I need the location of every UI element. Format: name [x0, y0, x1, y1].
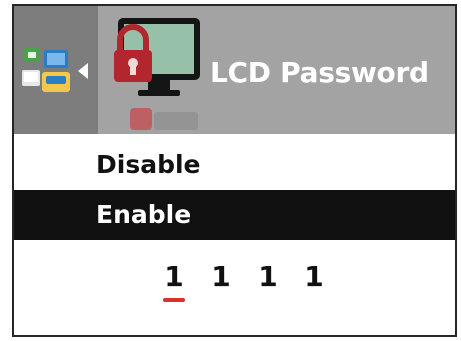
- option-disable[interactable]: Disable: [14, 140, 455, 190]
- password-digit-2[interactable]: 1: [209, 260, 233, 293]
- osd-screen: LCD Password Disable Enable 1 1 1 1: [12, 4, 457, 337]
- password-digit-4[interactable]: 1: [302, 260, 326, 293]
- page-title: LCD Password: [210, 56, 429, 89]
- password-digit-1[interactable]: 1: [162, 260, 186, 293]
- lcd-lock-icon: [114, 18, 200, 96]
- multi-view-icon: [22, 48, 70, 92]
- option-list: Disable Enable: [14, 140, 455, 240]
- next-item-icon: [130, 108, 198, 130]
- menu-header: LCD Password: [14, 6, 455, 134]
- nav-box[interactable]: [14, 6, 98, 134]
- option-enable[interactable]: Enable: [14, 190, 455, 240]
- digit-cursor: [163, 298, 185, 302]
- password-entry[interactable]: 1 1 1 1: [14, 254, 455, 314]
- back-arrow-icon[interactable]: [78, 63, 88, 79]
- password-digit-3[interactable]: 1: [256, 260, 280, 293]
